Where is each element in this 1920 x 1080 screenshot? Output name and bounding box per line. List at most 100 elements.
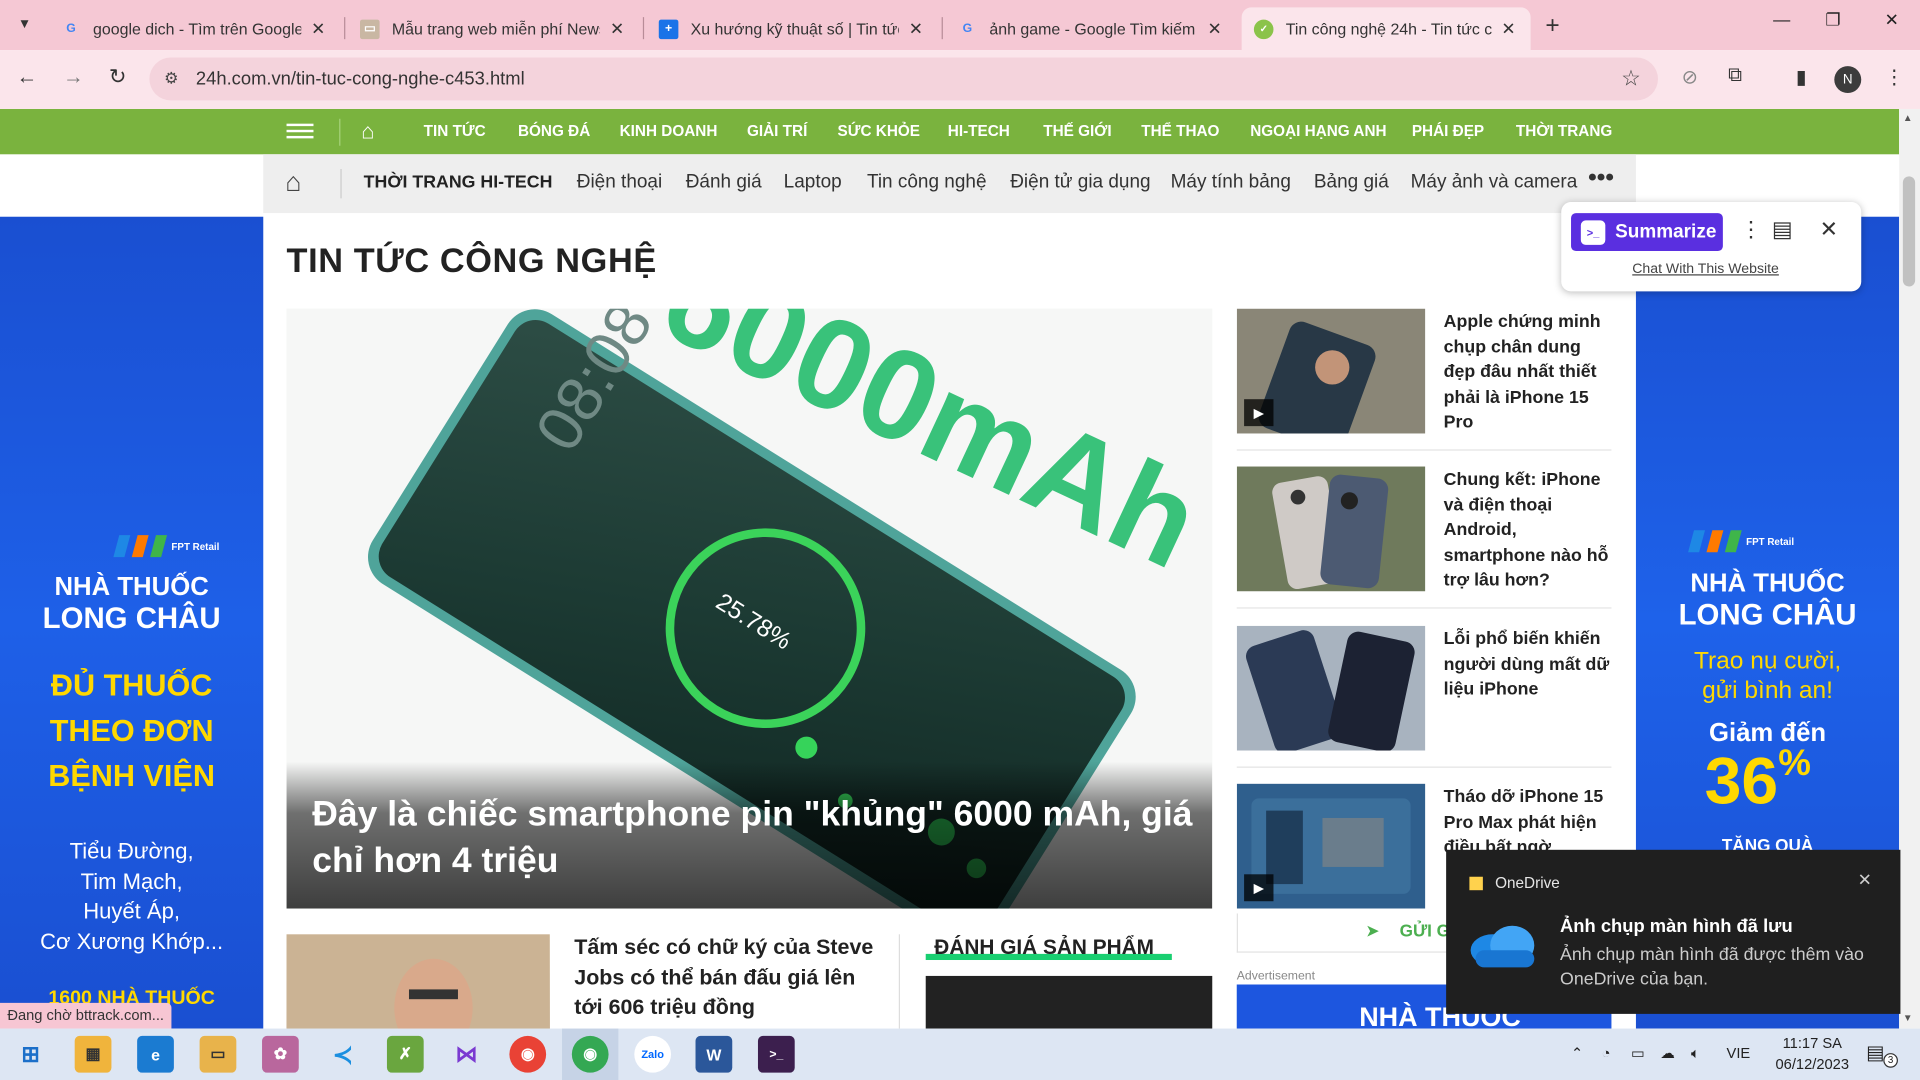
volume-icon[interactable]: 🔈︎ xyxy=(1691,1044,1700,1062)
main-nav-suc-khoe[interactable]: SỨC KHỎE xyxy=(838,122,920,139)
visual-studio-icon[interactable]: ⋈ xyxy=(448,1036,485,1073)
tab-google-dich[interactable]: G google dich - Tìm trên Google ✕ xyxy=(49,7,340,50)
new-tab-plus-icon[interactable]: + xyxy=(1545,12,1559,40)
sub-nav-danh-gia[interactable]: Đánh giá xyxy=(686,171,762,193)
sub-nav-laptop[interactable]: Laptop xyxy=(784,171,842,193)
main-nav-the-gioi[interactable]: THẾ GIỚI xyxy=(1043,122,1111,139)
url-text[interactable]: 24h.com.vn/tin-tuc-cong-nghe-c453.html xyxy=(196,69,525,90)
address-bar[interactable]: ⚙ 24h.com.vn/tin-tuc-cong-nghe-c453.html… xyxy=(149,57,1658,101)
main-nav-hi-tech[interactable]: HI-TECH xyxy=(948,122,1010,139)
section-title[interactable]: ĐÁNH GIÁ SẢN PHẨM xyxy=(934,936,1154,960)
article-thumbnail[interactable] xyxy=(286,934,550,1029)
scroll-down-arrow-icon[interactable]: ▼ xyxy=(1903,1013,1913,1024)
excel-like-icon[interactable]: ✗ xyxy=(386,1035,424,1073)
tab-xu-huong[interactable]: + Xu hướng kỹ thuật số | Tin tức c ✕ xyxy=(647,7,938,50)
play-icon[interactable]: ▶ xyxy=(1244,874,1274,902)
close-icon[interactable]: ✕ xyxy=(1205,18,1225,39)
compass-extension-icon[interactable]: ⊘ xyxy=(1675,65,1704,89)
kebab-menu-icon[interactable]: ⋮ xyxy=(1880,65,1909,89)
sub-nav-bang-gia[interactable]: Bảng giá xyxy=(1314,171,1389,193)
battery-icon[interactable]: ▭ xyxy=(1631,1044,1645,1061)
forward-arrow-icon[interactable]: → xyxy=(59,65,88,89)
chrome-profile-icon[interactable]: ◉ xyxy=(571,1035,609,1073)
chrome-icon[interactable]: ◉ xyxy=(509,1035,547,1073)
sub-nav-dien-tu-gia-dung[interactable]: Điện tử gia dụng xyxy=(1010,171,1150,193)
sub-nav-brand[interactable]: THỜI TRANG HI-TECH xyxy=(364,173,553,193)
language-indicator[interactable]: VIE xyxy=(1727,1044,1751,1061)
main-nav-giai-tri[interactable]: GIẢI TRÍ xyxy=(747,122,807,139)
hero-title[interactable]: Đây là chiếc smartphone pin "khủng" 6000… xyxy=(312,791,1194,884)
hero-article[interactable]: 6000mAh 08:08 25.78% Đây là chiếc smartp… xyxy=(286,308,1213,909)
scroll-up-arrow-icon[interactable]: ▲ xyxy=(1903,113,1913,124)
vscode-icon[interactable]: ≺ xyxy=(324,1036,361,1073)
main-nav-ngoai-hang-anh[interactable]: NGOẠI HẠNG ANH xyxy=(1250,122,1386,139)
extensions-puzzle-icon[interactable]: ⧉ xyxy=(1720,65,1749,87)
kebab-menu-icon[interactable]: ⋮ xyxy=(1740,217,1762,243)
notification-center-icon[interactable]: ▤ 3 xyxy=(1866,1041,1898,1068)
cloud-sync-icon[interactable]: ☁ xyxy=(1660,1044,1675,1061)
windows-start-icon[interactable]: ⊞ xyxy=(12,1036,49,1073)
article-thumbnail[interactable] xyxy=(1236,466,1426,592)
scrollbar-thumb[interactable] xyxy=(1902,176,1916,287)
site-settings-icon[interactable]: ⚙ xyxy=(164,69,178,89)
hamburger-menu-icon[interactable] xyxy=(286,120,314,142)
send-label[interactable]: GỬI G xyxy=(1400,921,1450,941)
close-icon[interactable]: ✕ xyxy=(607,18,627,39)
file-explorer-icon[interactable]: ▭ xyxy=(199,1035,237,1073)
main-nav-tin-tuc[interactable]: TIN TỨC xyxy=(424,122,486,139)
store-app-icon[interactable]: ▦ xyxy=(74,1035,112,1073)
play-icon[interactable]: ▶ xyxy=(1244,399,1274,427)
sub-nav-dien-thoai[interactable]: Điện thoại xyxy=(577,171,662,193)
page-scrollbar[interactable]: ▲ ▼ xyxy=(1899,108,1920,1029)
word-icon[interactable]: W xyxy=(695,1035,733,1073)
article-thumbnail[interactable]: ▶ xyxy=(1236,783,1426,909)
close-icon[interactable]: ✕ xyxy=(906,18,926,39)
side-panel-icon[interactable]: ▮ xyxy=(1787,65,1816,89)
chat-with-website-link[interactable]: Chat With This Website xyxy=(1632,262,1779,277)
sub-nav-tin-cong-nghe[interactable]: Tin công nghệ xyxy=(867,171,987,193)
summarize-button[interactable]: >_ Summarize xyxy=(1571,213,1723,252)
main-nav-phai-dep[interactable]: PHÁI ĐẸP xyxy=(1412,122,1484,139)
close-icon[interactable]: ✕ xyxy=(1820,217,1838,243)
side-article-title[interactable]: Chung kết: iPhone và điện thoại Android,… xyxy=(1444,468,1615,594)
hide-panel-icon[interactable]: ▤ xyxy=(1772,217,1793,243)
back-arrow-icon[interactable]: ← xyxy=(12,65,41,89)
edge-browser-icon[interactable]: e xyxy=(137,1035,174,1073)
chevron-up-icon[interactable]: ⌃ xyxy=(1571,1044,1583,1061)
sub-nav-may-anh[interactable]: Máy ảnh và camera xyxy=(1411,171,1578,193)
tab-anh-game[interactable]: G ảnh game - Google Tìm kiếm ✕ xyxy=(945,7,1236,50)
close-icon[interactable]: ✕ xyxy=(1499,18,1519,39)
side-article[interactable]: ▶ Apple chứng minh chụp chân dung đẹp đâ… xyxy=(1236,308,1615,444)
restore-icon[interactable]: ❐ xyxy=(1815,10,1852,31)
review-thumbnail[interactable] xyxy=(925,975,1213,1029)
sub-nav-may-tinh-bang[interactable]: Máy tính bảng xyxy=(1171,171,1291,193)
main-nav-the-thao[interactable]: THỂ THAO xyxy=(1141,122,1219,139)
photos-app-icon[interactable]: ✿ xyxy=(262,1035,299,1073)
side-article[interactable]: Lỗi phổ biến khiến người dùng mất dữ liệ… xyxy=(1236,625,1615,761)
side-article[interactable]: Chung kết: iPhone và điện thoại Android,… xyxy=(1236,466,1615,602)
side-article-title[interactable]: Apple chứng minh chụp chân dung đẹp đâu … xyxy=(1444,310,1615,436)
reload-icon[interactable]: ↻ xyxy=(103,65,132,89)
tab-search-button[interactable]: ▼ xyxy=(10,10,39,39)
main-nav-thoi-trang[interactable]: THỜI TRANG xyxy=(1516,122,1612,139)
left-side-ad[interactable]: FPT Retail NHÀ THUỐC LONG CHÂU ĐỦ THUỐC … xyxy=(0,216,264,1029)
more-dots-icon[interactable]: ••• xyxy=(1588,164,1614,192)
main-nav-kinh-doanh[interactable]: KINH DOANH xyxy=(620,122,718,139)
article-thumbnail[interactable]: ▶ xyxy=(1236,308,1426,434)
network-icon[interactable]: ◔ xyxy=(1602,1044,1611,1061)
star-bookmark-icon[interactable]: ☆ xyxy=(1621,66,1641,92)
close-icon[interactable]: ✕ xyxy=(309,18,329,39)
onedrive-notification[interactable]: OneDrive ✕ Ảnh chụp màn hình đã lưu Ảnh … xyxy=(1446,849,1901,1014)
window-close-icon[interactable]: ✕ xyxy=(1873,10,1910,31)
profile-avatar[interactable]: N xyxy=(1834,66,1862,94)
close-icon[interactable]: ✕ xyxy=(1858,869,1872,890)
home-icon[interactable]: ⌂ xyxy=(361,119,374,145)
home-outline-icon[interactable]: ⌂ xyxy=(285,167,301,199)
article-thumbnail[interactable] xyxy=(1236,625,1426,751)
minimize-icon[interactable]: — xyxy=(1763,10,1800,30)
zalo-icon[interactable]: Zalo xyxy=(634,1035,672,1073)
tab-24h-active[interactable]: ✓ Tin công nghệ 24h - Tin tức côn ✕ xyxy=(1241,7,1531,51)
main-nav-bong-da[interactable]: BÓNG ĐÁ xyxy=(518,122,590,139)
side-article-title[interactable]: Lỗi phổ biến khiến người dùng mất dữ liệ… xyxy=(1444,627,1615,702)
tab-newsc[interactable]: ▭ Mẫu trang web miễn phí Newsc ✕ xyxy=(348,7,639,50)
